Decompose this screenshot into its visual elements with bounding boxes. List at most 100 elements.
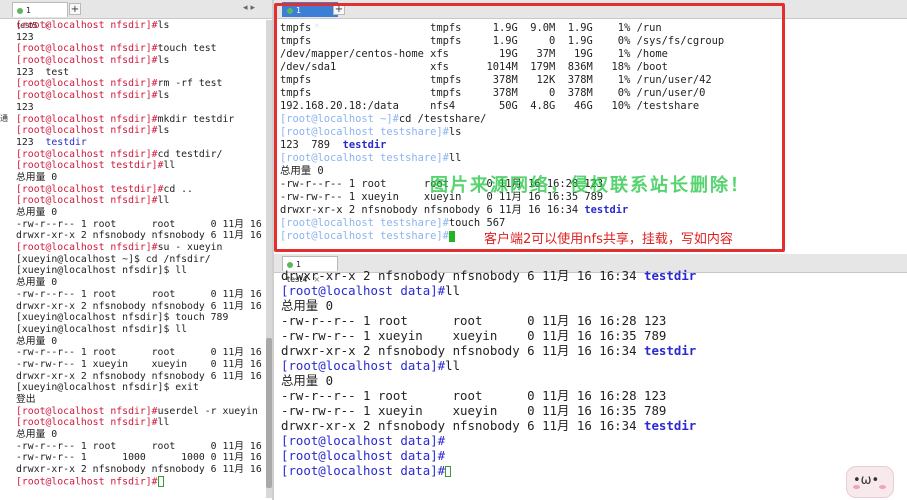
top-right-tab-bar: 1 test1 × + bbox=[274, 0, 907, 30]
terminal-text: 总用量 0 bbox=[16, 429, 58, 441]
shell-prompt: [root@localhost nfsdir]# bbox=[16, 476, 158, 488]
left-scrollbar[interactable] bbox=[266, 20, 272, 498]
terminal-text: ll bbox=[157, 195, 170, 207]
terminal-line: [root@localhost nfsdir]#ls bbox=[16, 20, 272, 32]
tab-test5[interactable]: 1 test5 × bbox=[12, 2, 68, 30]
terminal-text: ll bbox=[157, 417, 170, 429]
terminal-line: drwxr-xr-x 2 nfsnobody nfsnobody 6 11月 1… bbox=[16, 371, 272, 383]
left-tab-bar: 1 test5 × + ◂▸ bbox=[0, 0, 272, 30]
shell-prompt: [root@localhost nfsdir]# bbox=[16, 20, 158, 31]
shell-prompt: [root@localhost nfsdir]# bbox=[16, 405, 158, 417]
add-tab-button[interactable]: + bbox=[69, 3, 81, 15]
terminal-line: 123 bbox=[16, 102, 272, 114]
terminal-text: 123 bbox=[16, 101, 34, 113]
terminal-line: [root@localhost nfsdir]# bbox=[16, 475, 272, 488]
terminal-cursor bbox=[157, 475, 164, 487]
shell-prompt: [root@localhost nfsdir]# bbox=[16, 113, 158, 125]
sticker-face-icon: •ω• bbox=[846, 466, 894, 498]
connected-status-icon bbox=[17, 7, 23, 14]
close-tab-icon[interactable]: × bbox=[313, 275, 320, 284]
left-scrollbar-thumb[interactable] bbox=[266, 338, 272, 488]
shell-prompt: [root@localhost nfsdir]# bbox=[16, 242, 158, 254]
shell-prompt: [root@localhost nfsdir]# bbox=[16, 148, 158, 160]
terminal-line: -rw-r--r-- 1 root root 0 11月 16 bbox=[16, 347, 272, 359]
terminal-line: [root@localhost nfsdir]#mkdir testdir bbox=[16, 114, 272, 126]
terminal-text: [xueyin@localhost ~]$ cd /nfsdir/ bbox=[16, 253, 211, 265]
terminal-text: cd testdir/ bbox=[157, 148, 223, 160]
terminal-text: [xueyin@localhost nfsdir]$ ll bbox=[16, 323, 188, 335]
terminal-line: -rw-r--r-- 1 root root 0 11月 16 bbox=[16, 441, 272, 453]
top-right-terminal-pane[interactable]: 1 test1 × + bbox=[274, 0, 907, 256]
terminal-text: touch test bbox=[157, 43, 217, 55]
terminal-text: 总用量 0 bbox=[16, 171, 58, 183]
terminal-line: -rw-r--r-- 1 root root 0 11月 16 bbox=[16, 219, 272, 231]
terminal-line: 总用量 0 bbox=[16, 172, 272, 184]
terminal-line: 123 bbox=[16, 32, 272, 44]
terminal-text: -rw-r--r-- 1 root root 0 11月 16 bbox=[16, 288, 262, 300]
terminal-text: userdel -r xueyin bbox=[157, 405, 258, 417]
terminal-text: drwxr-xr-x 2 nfsnobody nfsnobody 6 11月 1… bbox=[16, 464, 262, 476]
terminal-line: [root@localhost nfsdir]#ll bbox=[16, 417, 272, 429]
shell-prompt: [root@localhost nfsdir]# bbox=[16, 417, 158, 429]
terminal-text: ls bbox=[157, 90, 170, 102]
terminal-line: [root@localhost testdir]#ll bbox=[16, 160, 272, 172]
tab-nav-arrows-icon[interactable]: ◂▸ bbox=[243, 3, 258, 13]
terminal-line: [root@localhost nfsdir]#ls bbox=[16, 55, 272, 67]
terminal-text: [xueyin@localhost nfsdir]$ ll bbox=[16, 265, 188, 277]
terminal-text: mkdir testdir bbox=[157, 113, 235, 125]
close-tab-icon[interactable]: × bbox=[313, 21, 320, 30]
terminal-text: cd .. bbox=[163, 183, 193, 195]
terminal-text: -rw-rw-r-- 1 1000 1000 0 11月 16 bbox=[16, 452, 262, 464]
terminal-line: [xueyin@localhost nfsdir]$ exit bbox=[16, 382, 272, 394]
add-tab-button[interactable]: + bbox=[333, 3, 345, 15]
terminal-text: [xueyin@localhost nfsdir]$ touch 789 bbox=[16, 312, 229, 324]
terminal-line: [root@localhost testdir]#cd .. bbox=[16, 184, 272, 196]
terminal-text: ll bbox=[163, 160, 176, 172]
terminal-text: -rw-r--r-- 1 root root 0 11月 16 bbox=[16, 347, 262, 359]
terminal-text: drwxr-xr-x 2 nfsnobody nfsnobody 6 11月 1… bbox=[16, 370, 262, 382]
terminal-line: [root@localhost nfsdir]#ll bbox=[16, 195, 272, 207]
shell-prompt: [root@localhost nfsdir]# bbox=[16, 125, 158, 137]
terminal-line: [root@localhost nfsdir]#ls bbox=[16, 90, 272, 102]
terminal-text: -rw-r--r-- 1 root root 0 11月 16 bbox=[16, 440, 262, 452]
terminal-text: 总用量 0 bbox=[16, 335, 58, 347]
terminal-text: 总用量 0 bbox=[16, 277, 58, 289]
terminal-line: drwxr-xr-x 2 nfsnobody nfsnobody 6 11月 1… bbox=[16, 230, 272, 242]
terminal-line: [xueyin@localhost ~]$ cd /nfsdir/ bbox=[16, 254, 272, 266]
terminal-text: 123 bbox=[16, 31, 34, 43]
terminal-line: -rw-r--r-- 1 root root 0 11月 16 bbox=[16, 289, 272, 301]
bottom-right-tab-bar: 1 test4 × bbox=[274, 254, 907, 284]
terminal-line: -rw-rw-r-- 1 1000 1000 0 11月 16 bbox=[16, 452, 272, 464]
terminal-text: -rw-r--r-- 1 root root 0 11月 16 bbox=[16, 218, 262, 230]
shell-prompt: [root@localhost testdir]# bbox=[16, 183, 164, 195]
directory-name: testdir bbox=[45, 136, 87, 148]
tab-test1[interactable]: 1 test1 × bbox=[282, 2, 338, 30]
terminal-line: [root@localhost nfsdir]#cd testdir/ bbox=[16, 149, 272, 161]
terminal-line: [root@localhost nfsdir]#ls bbox=[16, 125, 272, 137]
connected-status-icon bbox=[287, 261, 293, 268]
left-terminal-pane[interactable]: 1 test5 × + ◂▸ 通 [root@localhost nfsdir]#… bbox=[0, 0, 274, 500]
shell-prompt: [root@localhost nfsdir]# bbox=[16, 90, 158, 102]
blush-left bbox=[853, 485, 860, 489]
tab-test4[interactable]: 1 test4 × bbox=[282, 256, 338, 284]
blush-right bbox=[879, 485, 886, 489]
terminal-line: [root@localhost nfsdir]#su - xueyin bbox=[16, 242, 272, 254]
terminal-line: [root@localhost nfsdir]#userdel -r xueyi… bbox=[16, 406, 272, 418]
terminal-text: su - xueyin bbox=[157, 242, 223, 254]
shell-prompt: [root@localhost nfsdir]# bbox=[16, 43, 158, 55]
terminal-line: 总用量 0 bbox=[16, 277, 272, 289]
side-label: 通 bbox=[0, 114, 8, 123]
annotation-text: 客户端2可以使用nfs共享，挂载，写如内容 bbox=[484, 232, 733, 247]
connected-status-icon bbox=[287, 7, 293, 14]
terminal-text: drwxr-xr-x 2 nfsnobody nfsnobody 6 11月 1… bbox=[16, 300, 262, 312]
terminal-text: drwxr-xr-x 2 nfsnobody nfsnobody 6 11月 1… bbox=[16, 230, 262, 242]
shell-prompt: [root@localhost nfsdir]# bbox=[16, 78, 158, 90]
shell-prompt: [root@localhost nfsdir]# bbox=[16, 195, 158, 207]
terminal-line: [xueyin@localhost nfsdir]$ ll bbox=[16, 265, 272, 277]
left-terminal-output[interactable]: [root@localhost nfsdir]#ls 123 [root@local… bbox=[16, 20, 272, 488]
terminal-line: drwxr-xr-x 2 nfsnobody nfsnobody 6 11月 1… bbox=[16, 301, 272, 313]
bottom-right-terminal-pane[interactable]: 1 test4 × bbox=[274, 254, 907, 500]
terminal-line: 总用量 0 bbox=[16, 207, 272, 219]
terminal-text: 123 bbox=[16, 136, 46, 148]
terminal-text: 登出 bbox=[16, 394, 36, 405]
